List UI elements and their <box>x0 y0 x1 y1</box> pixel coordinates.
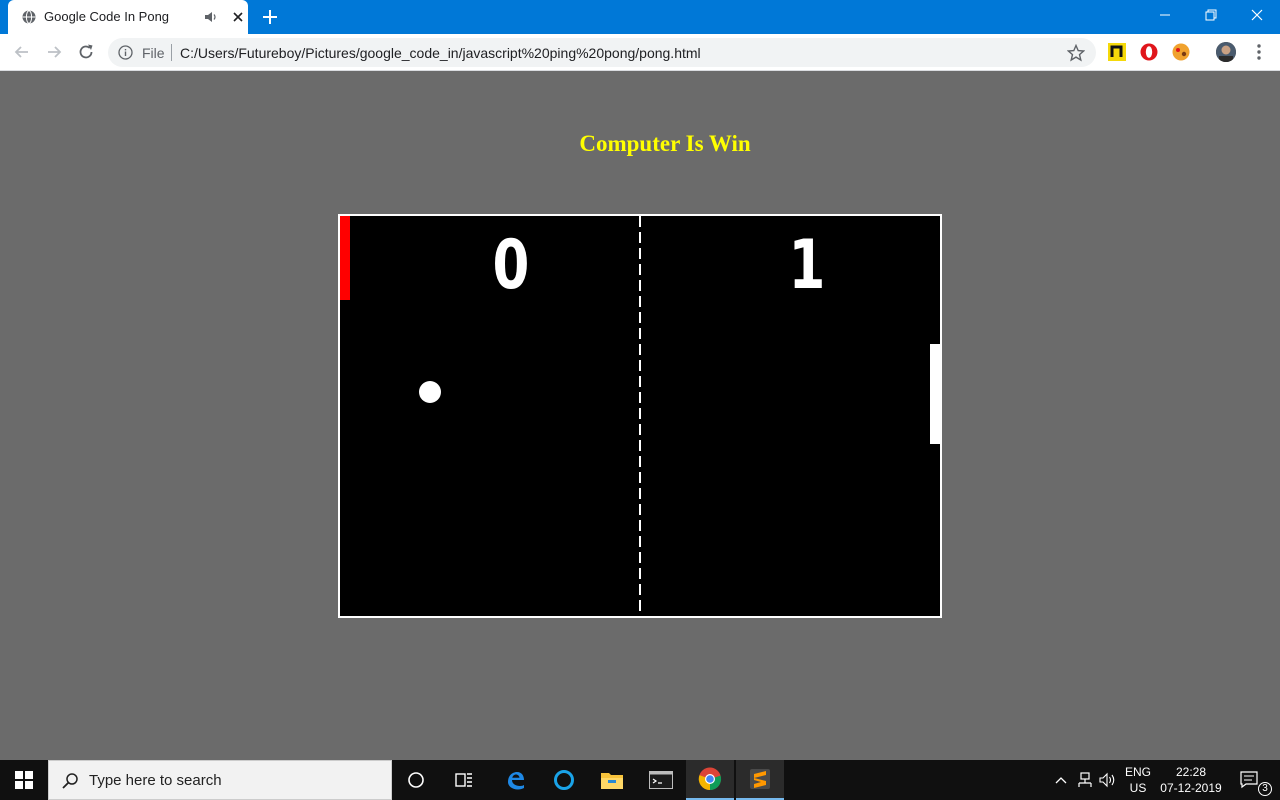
restore-button[interactable] <box>1188 0 1234 30</box>
edge-taskbar-button[interactable] <box>491 760 539 800</box>
task-view-icon <box>455 773 472 787</box>
close-icon[interactable] <box>230 9 246 25</box>
honey-extension-icon[interactable] <box>1172 43 1190 61</box>
reload-icon[interactable] <box>76 42 96 62</box>
arrow-left-icon[interactable] <box>12 42 32 62</box>
url-text[interactable]: C:/Users/Futureboy/Pictures/google_code_… <box>180 45 701 61</box>
show-hidden-icons-button[interactable] <box>1052 760 1070 800</box>
computer-score: 1 <box>788 226 826 305</box>
close-icon <box>1251 9 1263 21</box>
star-icon[interactable] <box>1067 44 1085 62</box>
ball <box>419 381 441 403</box>
speaker-icon[interactable] <box>204 10 218 24</box>
taskbar-search[interactable]: Type here to search <box>48 760 392 800</box>
search-placeholder: Type here to search <box>89 772 222 789</box>
input-language[interactable]: ENG US <box>1120 764 1156 796</box>
chevron-up-icon <box>1055 777 1067 784</box>
profile-avatar[interactable] <box>1216 42 1236 62</box>
cortana-button[interactable] <box>392 760 440 800</box>
taskbar-clock[interactable]: 22:28 07-12-2019 <box>1158 764 1224 796</box>
terminal-icon <box>649 771 673 789</box>
edge-icon <box>508 772 524 790</box>
search-icon <box>62 773 78 789</box>
close-window-button[interactable] <box>1234 0 1280 30</box>
windows-logo-icon <box>15 771 33 789</box>
region-code: US <box>1129 781 1147 795</box>
minimize-button[interactable] <box>1142 0 1188 30</box>
clock-date: 07-12-2019 <box>1160 781 1222 795</box>
scheme-label: File <box>142 45 165 61</box>
browser-titlebar: Google Code In Pong <box>0 0 1280 34</box>
plus-icon[interactable] <box>259 6 281 28</box>
profile-photo-icon <box>1216 42 1236 62</box>
info-icon[interactable] <box>118 45 133 60</box>
center-net <box>639 216 641 616</box>
task-view-button[interactable] <box>440 760 488 800</box>
page-viewport: Computer Is Win 0 1 <box>0 71 1280 760</box>
clock-time: 22:28 <box>1175 765 1207 779</box>
restore-icon <box>1205 9 1217 21</box>
notification-count-badge: 3 <box>1258 782 1272 796</box>
file-explorer-icon <box>601 773 623 789</box>
network-icon <box>1078 772 1092 787</box>
computer-paddle <box>930 344 940 444</box>
cortana-icon <box>408 772 424 788</box>
omnibox-divider <box>171 44 172 61</box>
address-bar[interactable]: File C:/Users/Futureboy/Pictures/google_… <box>108 38 1096 67</box>
file-explorer-button[interactable] <box>588 760 636 800</box>
game-status-message: Computer Is Win <box>579 131 751 156</box>
sublime-text-icon <box>750 769 770 789</box>
browser-tab[interactable]: Google Code In Pong <box>8 0 248 34</box>
extension-n-icon[interactable] <box>1108 43 1126 61</box>
network-button[interactable] <box>1074 760 1096 800</box>
sublime-taskbar-button[interactable] <box>736 760 784 800</box>
volume-button[interactable] <box>1098 760 1118 800</box>
start-button[interactable] <box>0 760 48 800</box>
globe-icon <box>22 10 36 24</box>
action-center-button[interactable]: 3 <box>1232 760 1280 800</box>
arrow-right-icon[interactable] <box>44 42 64 62</box>
pong-game-canvas[interactable]: 0 1 <box>338 214 942 618</box>
cortana-app-button[interactable] <box>540 760 588 800</box>
chrome-icon <box>698 767 722 791</box>
speaker-icon <box>1099 772 1115 788</box>
notification-icon <box>1240 771 1258 789</box>
chrome-taskbar-button[interactable] <box>686 760 734 800</box>
browser-toolbar: File C:/Users/Futureboy/Pictures/google_… <box>0 34 1280 71</box>
windows-taskbar: Type here to search ENG US 22:28 07-12-2… <box>0 760 1280 800</box>
terminal-button[interactable] <box>637 760 685 800</box>
tab-title: Google Code In Pong <box>44 9 170 24</box>
cortana-circle-icon <box>554 770 574 790</box>
player-paddle[interactable] <box>340 216 350 300</box>
opera-icon[interactable] <box>1140 43 1158 61</box>
minimize-icon <box>1160 14 1170 16</box>
player-score: 0 <box>492 226 530 305</box>
language-code: ENG <box>1124 765 1151 779</box>
kebab-menu-icon[interactable] <box>1251 43 1267 61</box>
